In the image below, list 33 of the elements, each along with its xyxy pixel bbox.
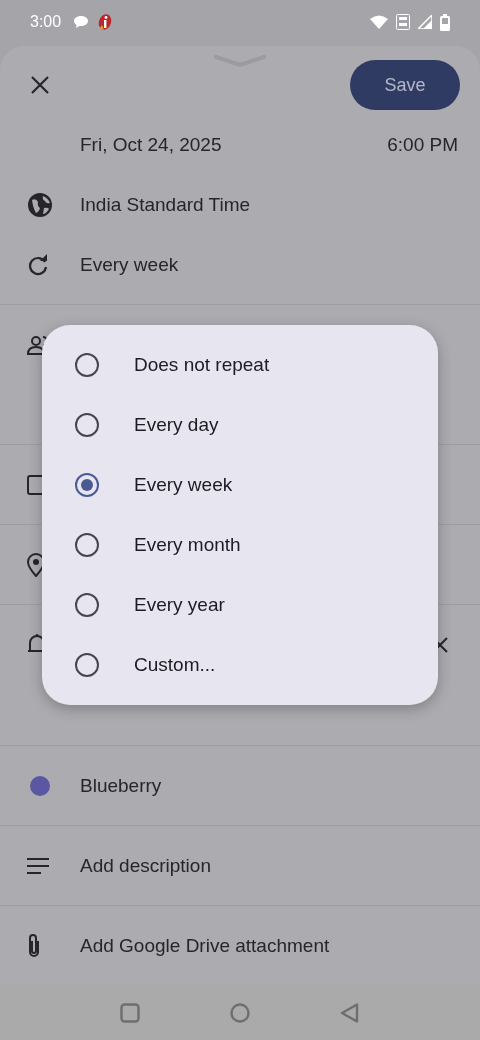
chat-bubble-icon [73,15,90,29]
wifi-icon [370,15,388,29]
location-pin-icon [27,552,45,577]
save-button[interactable]: Save [350,60,460,110]
radio-button[interactable] [75,533,99,557]
radio-button[interactable] [75,413,99,437]
status-time: 3:00 [30,13,62,31]
volte-icon [396,14,410,30]
close-icon[interactable] [30,75,50,95]
signal-icon [418,15,432,29]
repeat-setting[interactable]: Every week [80,254,179,276]
globe-icon [27,192,53,218]
repeat-option[interactable]: Every month [42,515,438,575]
repeat-option[interactable]: Every week [42,455,438,515]
repeat-option[interactable]: Every day [42,395,438,455]
time-zone[interactable]: India Standard Time [80,194,251,216]
repeat-option[interactable]: Does not repeat [42,335,438,395]
add-description[interactable]: Add description [80,854,211,877]
repeat-icon [27,254,49,276]
calendar-color-name[interactable]: Blueberry [80,774,162,797]
paperclip-icon [27,932,41,959]
add-attachment[interactable]: Add Google Drive attachment [80,934,330,957]
event-date[interactable]: Fri, Oct 24, 2025 [80,134,222,156]
repeat-option[interactable]: Every year [42,575,438,635]
radio-button[interactable] [75,593,99,617]
app-notification-icon [97,13,114,31]
battery-icon [440,13,450,31]
repeat-option[interactable]: Custom... [42,635,438,695]
event-time[interactable]: 6:00 PM [387,134,458,156]
radio-button[interactable] [75,653,99,677]
description-lines-icon [27,857,49,874]
radio-button[interactable] [75,353,99,377]
radio-button[interactable] [75,473,99,497]
